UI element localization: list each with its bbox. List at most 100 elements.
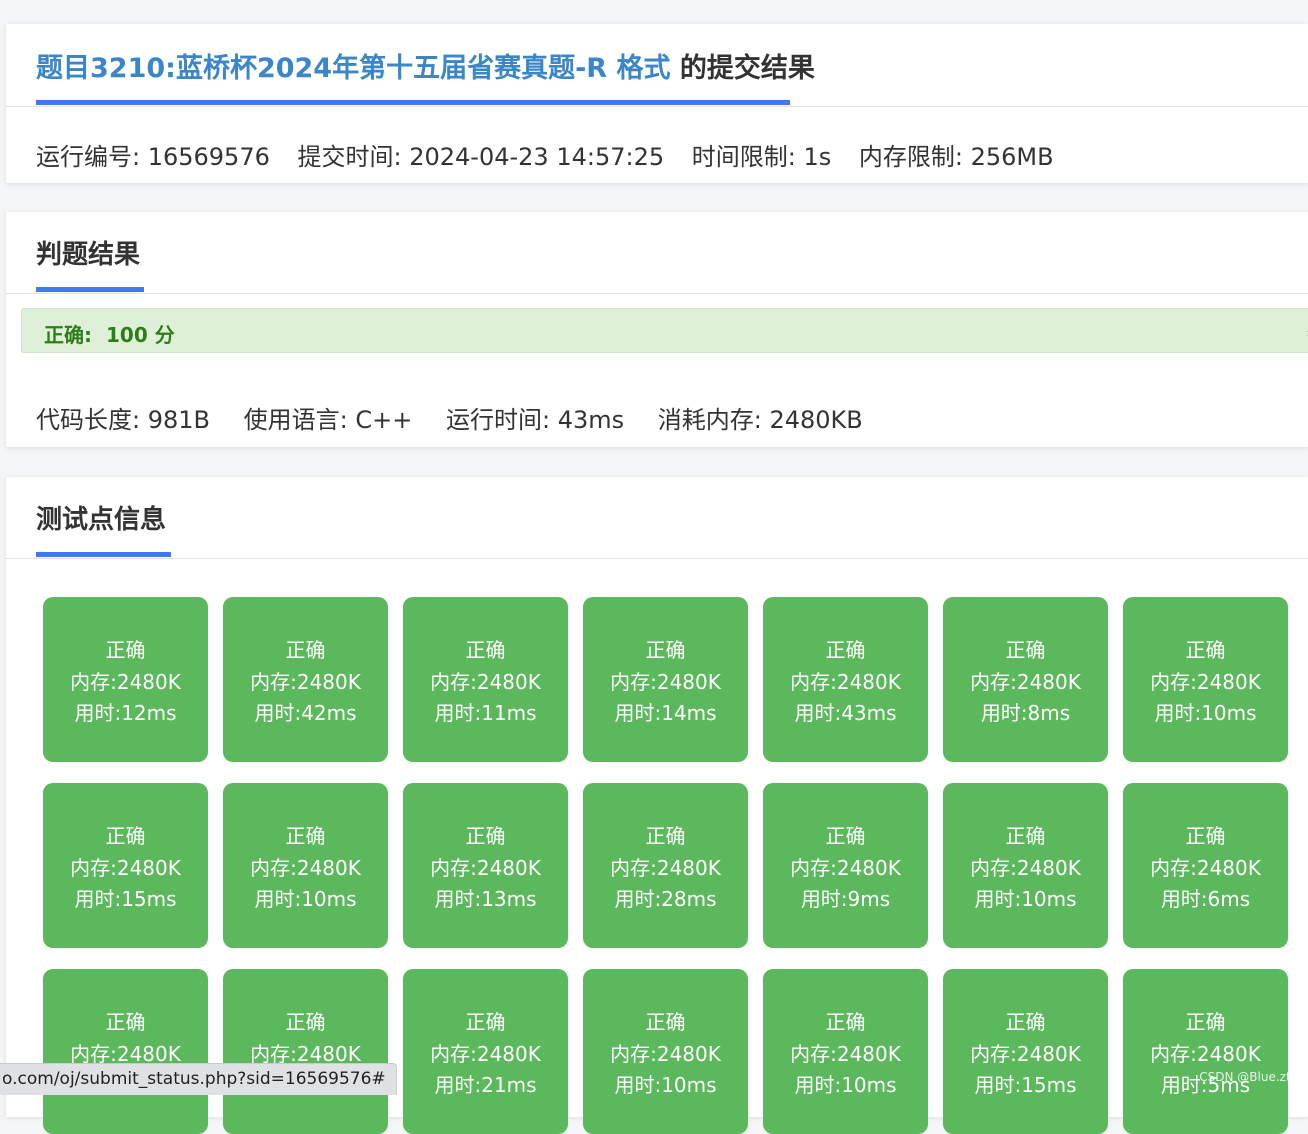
test-case-tile[interactable]: 正确内存:2480K 用时:11ms [403,597,568,762]
judge-result-card: 判题结果 正确: 100 分 代码长度: 981B 使用语言: C++ 运行时间:… [6,212,1308,447]
tests-underline [36,552,171,557]
test-case-details: 正确内存:2480K 用时:43ms [763,635,928,730]
tests-card: 测试点信息 正确 内存:2480K 用时:12ms 正确 内存:2480K 用时:42ms… [6,477,1308,1134]
test-case-memory: 内存:2480K [1150,1041,1261,1066]
judge-result-underline [36,287,144,292]
test-case-time: 用时:42ms [254,701,357,725]
test-case-status: 正确 [825,638,866,662]
test-case-status: 正确 [825,824,866,848]
test-case-tile[interactable]: 正确内存:2480K 用时:10ms [943,783,1108,948]
test-case-time: 用时:9ms [800,887,891,911]
problem-link[interactable]: 题目3210:蓝桥杯2024年第十五届省赛真题-R 格式 [36,53,671,84]
judge-result-header: 判题结果 [6,212,1308,294]
test-case-time: 用时:10ms [974,887,1077,911]
test-case-time: 用时:11ms [434,701,537,725]
test-case-status: 正确 [465,824,506,848]
test-case-details: 正确 内存:2480K 用时:10ms [223,821,388,916]
test-case-tile[interactable]: 正确内存:2480K用时: [223,969,388,1134]
test-case-status: 正确 [465,1010,506,1034]
test-case-time: 用时:15ms [74,887,177,911]
test-case-status: 正确 [105,824,146,848]
test-case-details: 正确内存:2480K 用时:21ms [403,1007,568,1102]
result-banner: 正确: 100 分 [21,308,1308,353]
test-case-tile[interactable]: 正确 内存:2480K 用时:5ms [1123,969,1288,1134]
test-case-memory: 内存:2480K [250,669,361,694]
test-case-details: 正确 内存:2480K 用时:10ms [583,1007,748,1102]
test-case-details: 正确 内存:2480K 用时:14ms [583,635,748,730]
test-case-memory: 内存:2480K [70,669,181,694]
test-case-details: 正确 内存:2480K 用时:5ms [1123,1007,1288,1102]
test-case-time: 用时:14ms [614,701,717,725]
result-status: 正确: 100 分 [44,319,175,348]
test-case-memory: 内存:2480K [430,1041,541,1066]
test-case-details: 正确内存:2480K 用时:11ms [403,635,568,730]
test-case-tile[interactable]: 正确 内存:2480K 用时:10ms [223,783,388,948]
test-case-details: 正确 内存:2480K 用时:6ms [1123,821,1288,916]
title-underline [36,100,790,105]
test-case-status: 正确 [645,824,686,848]
test-case-tile[interactable]: 正确 内存:2480K 用时:12ms [43,597,208,762]
test-case-tile[interactable]: 正确 内存:2480K 用时:10ms [1123,597,1288,762]
test-case-details: 正确内存:2480K 用时:28ms [583,821,748,916]
test-case-status: 正确 [465,638,506,662]
test-case-tile[interactable]: 正确 内存:2480K 用时:13ms [403,783,568,948]
test-case-tile[interactable]: 正确内存:2480K 用时:9ms [763,783,928,948]
test-case-memory: 内存:2480K [610,1041,721,1066]
test-case-status: 正确 [825,1010,866,1034]
test-case-details: 正确 内存:2480K 用时:15ms [943,1007,1108,1102]
test-case-memory: 内存:2480K [790,855,901,880]
submit-time: 提交时间: 2024-04-23 14:57:25 [297,143,665,171]
test-case-status: 正确 [1005,638,1046,662]
test-case-time: 用时:21ms [434,1073,537,1097]
test-case-memory: 内存:2480K [970,855,1081,880]
test-case-tile[interactable]: 正确 内存:2480K 用时:14ms [583,597,748,762]
test-case-time: 用时:43ms [794,701,897,725]
judge-result-heading: 判题结果 [36,240,141,270]
judge-stats: 代码长度: 981B 使用语言: C++ 运行时间: 43ms 消耗内存: 24… [36,400,883,435]
test-case-status: 正确 [105,1010,146,1034]
submission-info: 运行编号: 16569576 提交时间: 2024-04-23 14:57:25… [36,137,1074,172]
test-case-memory: 内存:2480K [790,669,901,694]
test-case-time: 用时:13ms [434,887,537,911]
run-id: 运行编号: 16569576 [36,143,270,171]
test-case-tile[interactable]: 正确 内存:2480K 用时:15ms [943,969,1108,1134]
page-title-suffix: 的提交结果 [670,53,815,84]
test-case-memory: 内存:2480K [610,669,721,694]
submission-card: 题目3210:蓝桥杯2024年第十五届省赛真题-R 格式 的提交结果 运行编号:… [6,24,1308,183]
test-case-details: 正确 内存:2480K 用时:12ms [43,635,208,730]
test-case-memory: 内存:2480K [1150,669,1261,694]
chevron-up-icon[interactable] [1304,319,1308,341]
test-case-time: 用时:28ms [614,887,717,911]
test-case-time: 用时:8ms [980,701,1071,725]
submission-card-header: 题目3210:蓝桥杯2024年第十五届省赛真题-R 格式 的提交结果 [6,24,1308,107]
test-case-tile[interactable]: 正确 内存:2480K 用时:15ms [43,783,208,948]
test-case-tile[interactable]: 正确内存:2480K 用时:28ms [583,783,748,948]
test-case-tile[interactable]: 正确内存:2480K 用时:42ms [223,597,388,762]
tests-card-header: 测试点信息 [6,477,1308,559]
test-case-tile[interactable]: 正确 内存:2480K 用时:6ms [1123,783,1288,948]
test-case-time: 用时:10ms [794,1073,897,1097]
test-case-memory: 内存:2480K [610,855,721,880]
test-case-status: 正确 [105,638,146,662]
test-case-tile[interactable]: 正确内存:2480K 用时:8ms [943,597,1108,762]
test-case-tile[interactable]: 正确内存:2480K用时: [43,969,208,1134]
test-case-details: 正确内存:2480K 用时:10ms [943,821,1108,916]
test-case-tile[interactable]: 正确内存:2480K 用时:21ms [403,969,568,1134]
test-case-tile[interactable]: 正确内存:2480K 用时:43ms [763,597,928,762]
test-case-memory: 内存:2480K [970,1041,1081,1066]
test-case-memory: 内存:2480K [430,669,541,694]
test-case-time: 用时:6ms [1160,887,1251,911]
test-case-details: 正确内存:2480K 用时:9ms [763,821,928,916]
test-case-status: 正确 [285,638,326,662]
test-case-status: 正确 [1185,1010,1226,1034]
test-case-tile[interactable]: 正确 内存:2480K 用时:10ms [583,969,748,1134]
test-case-tile[interactable]: 正确内存:2480K 用时:10ms [763,969,928,1134]
time-limit: 时间限制: 1s [691,143,832,171]
test-case-status: 正确 [1005,824,1046,848]
language: 使用语言: C++ [243,406,413,434]
test-case-details: 正确 内存:2480K 用时:10ms [1123,635,1288,730]
test-case-status: 正确 [285,824,326,848]
test-case-memory: 内存:2480K [790,1041,901,1066]
test-case-memory: 内存:2480K [970,669,1081,694]
test-case-time: 用时:15ms [974,1073,1077,1097]
